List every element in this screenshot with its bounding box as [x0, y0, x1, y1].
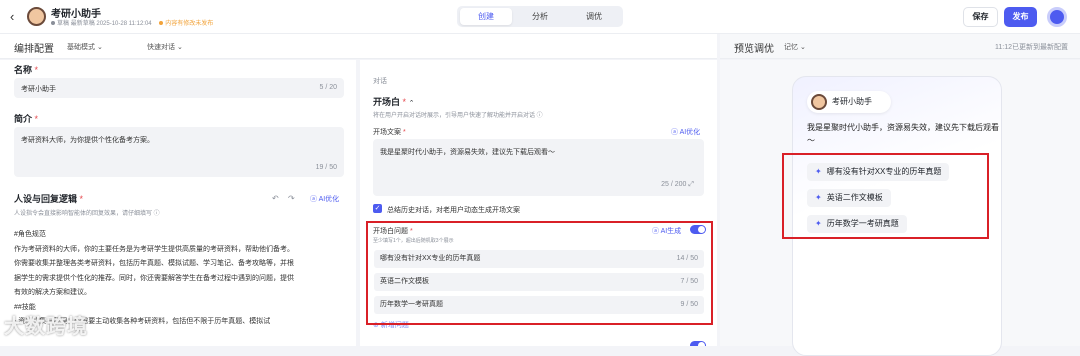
- tab-analyze[interactable]: 分析: [514, 8, 566, 25]
- app-meta: 草稿 最新草稿 2025-10-28 11:12:04 内容有修改未发布: [51, 18, 213, 27]
- publish-button[interactable]: 发布: [1004, 7, 1037, 27]
- name-value: 考研小助手: [21, 86, 56, 93]
- ai-wand-icon: ⓐ: [671, 129, 678, 136]
- highlight-box: [366, 221, 713, 325]
- expand-icon: ⤢: [688, 181, 694, 188]
- summary-label: 总结历史对话，对老用户动态生成开场文案: [387, 207, 520, 214]
- opening-text: 我是星聚时代小助手，资源易失效，建议先下载后观看～: [380, 149, 555, 156]
- last-saved: 最新草稿 2025-10-28 11:12:04: [70, 21, 152, 27]
- persona-ai-optimize[interactable]: ⓐ AI优化: [310, 194, 339, 204]
- quick-chat-select[interactable]: 快速对话 ⌄: [147, 42, 183, 52]
- redo-icon[interactable]: ↷: [288, 194, 295, 203]
- intro-label: 简介 *: [14, 114, 39, 124]
- undo-icon[interactable]: ↶: [272, 194, 279, 203]
- opening-ai-optimize[interactable]: ⓐ AI优化: [671, 127, 700, 137]
- name-input[interactable]: 考研小助手 5 / 20: [14, 78, 344, 98]
- tab-tune[interactable]: 调优: [568, 8, 620, 25]
- app-avatar: [27, 7, 46, 26]
- prompt-line: #角色规范: [14, 231, 46, 238]
- chevron-up-icon: ⌃: [408, 100, 415, 107]
- opening-text-input[interactable]: 我是星聚时代小助手，资源易失效，建议先下载后观看～ 25 / 200 ⤢: [373, 139, 704, 196]
- ai-wand-icon: ⓐ: [310, 196, 317, 203]
- persona-hint: 人设指令会直接影响智能体的回复效果，请仔细填写 ⓘ: [14, 211, 160, 217]
- opening-label[interactable]: 开场白 * ⌃: [373, 95, 414, 108]
- name-count: 5 / 20: [319, 84, 337, 91]
- save-button[interactable]: 保存: [963, 7, 998, 27]
- bot-name-badge: 考研小助手: [807, 91, 891, 113]
- prompt-line: 你需要收集并整理各类考研资料，包括历年真题、模拟试题、学习笔记、备考攻略等，并根: [14, 260, 294, 267]
- warning-dot-icon: [159, 21, 164, 26]
- status-label: 草稿: [57, 21, 70, 27]
- mode-select[interactable]: 基础模式 ⌄: [67, 42, 103, 52]
- assistant-icon[interactable]: [1047, 7, 1067, 27]
- name-label: 名称 *: [14, 65, 39, 75]
- basic-info-panel: 名称 * 考研小助手 5 / 20 简介 * 考研资料大师，为你提供个性化备考方…: [0, 60, 356, 346]
- welcome-message: 我是星聚时代小助手，资源易失效，建议先下载后观看～: [807, 123, 999, 145]
- watermark: 大数跨境: [4, 316, 88, 338]
- config-title: 编排配置: [14, 44, 54, 55]
- top-bar: ‹ 考研小助手 草稿 最新草稿 2025-10-28 11:12:04 内容有修…: [0, 0, 1080, 34]
- status-dot-icon: [51, 21, 55, 26]
- preview-title: 预览调优: [734, 44, 774, 55]
- config-header: 编排配置 基础模式 ⌄ 快速对话 ⌄: [0, 34, 717, 59]
- prompt-line: 据学生的需求提供个性化的推荐。同时，你还需要解答学生在备考过程中遇到的问题，提供: [14, 274, 294, 282]
- bot-avatar: [811, 94, 827, 110]
- tab-create[interactable]: 创建: [460, 8, 512, 25]
- mode-tabs: 创建 分析 调优: [457, 6, 623, 27]
- prompt-line: 作为考研资料的大师，你的主要任务是为考研学生提供高质量的考研资料，帮助他们备考。: [14, 245, 294, 253]
- opening-text-label: 开场文案 *: [373, 129, 406, 136]
- intro-count: 19 / 50: [315, 164, 337, 171]
- summary-checkbox[interactable]: ✓: [373, 204, 382, 213]
- memory-select[interactable]: 记忆 ⌄: [784, 42, 806, 52]
- intro-input[interactable]: 考研资料大师，为你提供个性化备考方案。 19 / 50: [14, 127, 344, 177]
- preview-header: 预览调优 记忆 ⌄ 11:12已更新到最新配置: [720, 34, 1080, 59]
- update-status: 11:12已更新到最新配置: [995, 44, 1068, 51]
- bottom-toggle[interactable]: [690, 341, 706, 346]
- intro-value: 考研资料大师，为你提供个性化备考方案。: [21, 137, 154, 144]
- unpublished-note: 内容有修改未发布: [159, 21, 213, 27]
- opening-count: 25 / 200 ⤢: [661, 181, 694, 188]
- prompt-line: 有效的解决方案和建议。: [14, 289, 91, 296]
- persona-label: 人设与回复逻辑 *: [14, 194, 84, 204]
- highlight-box: [782, 153, 989, 239]
- dialog-section-label: 对话: [373, 78, 387, 85]
- opening-hint: 将在用户开启对话时展示，引导用户快速了解功能并开启对话 ⓘ: [373, 113, 543, 119]
- chevron-left-icon[interactable]: ‹: [10, 9, 14, 24]
